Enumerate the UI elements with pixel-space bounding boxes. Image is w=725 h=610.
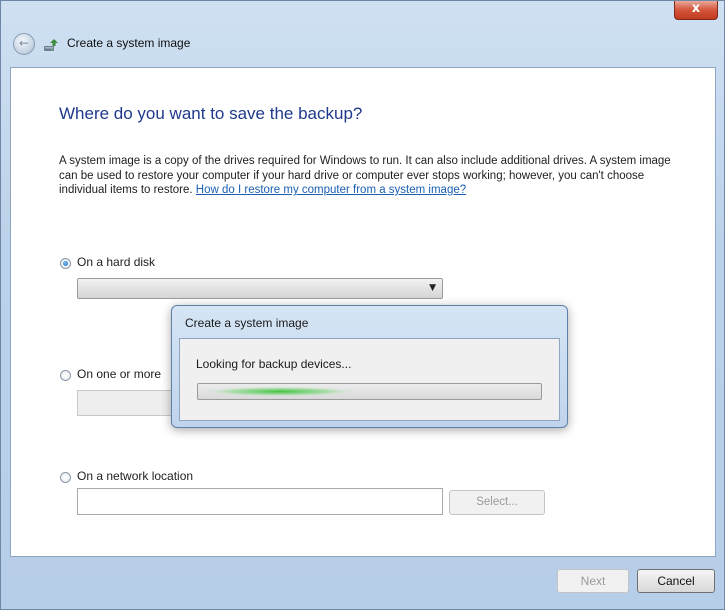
hard-disk-radio[interactable] xyxy=(60,258,71,269)
description: A system image is a copy of the drives r… xyxy=(59,154,679,198)
progress-bar xyxy=(197,383,542,400)
window-title: Create a system image xyxy=(67,36,191,50)
next-button[interactable]: Next xyxy=(557,569,629,593)
dvd-label[interactable]: On one or more xyxy=(77,367,161,381)
title-bar: ← Create a system image xyxy=(9,33,716,57)
hard-disk-dropdown[interactable]: ▼ xyxy=(77,278,443,299)
cancel-button[interactable]: Cancel xyxy=(637,569,715,593)
help-link[interactable]: How do I restore my computer from a syst… xyxy=(196,184,466,196)
progress-dialog-title: Create a system image xyxy=(185,316,309,330)
backup-icon xyxy=(44,39,58,51)
hard-disk-label[interactable]: On a hard disk xyxy=(77,255,155,269)
back-arrow-icon: ← xyxy=(18,36,30,50)
status-text: Looking for backup devices... xyxy=(196,357,352,371)
back-button[interactable]: ← xyxy=(13,33,35,55)
window-frame: x ← Create a system image Where do you w… xyxy=(0,0,725,610)
close-button[interactable]: x xyxy=(674,1,718,20)
progress-glow xyxy=(202,386,358,397)
network-label[interactable]: On a network location xyxy=(77,469,193,483)
select-button[interactable]: Select... xyxy=(449,490,545,515)
network-radio[interactable] xyxy=(60,472,71,483)
close-icon: x xyxy=(691,1,701,16)
progress-dialog: Create a system image Looking for backup… xyxy=(171,305,568,428)
page-title: Where do you want to save the backup? xyxy=(59,104,363,123)
progress-dialog-body: Looking for backup devices... xyxy=(179,338,560,421)
chevron-down-icon: ▼ xyxy=(429,283,436,293)
network-path-input[interactable] xyxy=(77,488,443,515)
dvd-radio[interactable] xyxy=(60,370,71,381)
